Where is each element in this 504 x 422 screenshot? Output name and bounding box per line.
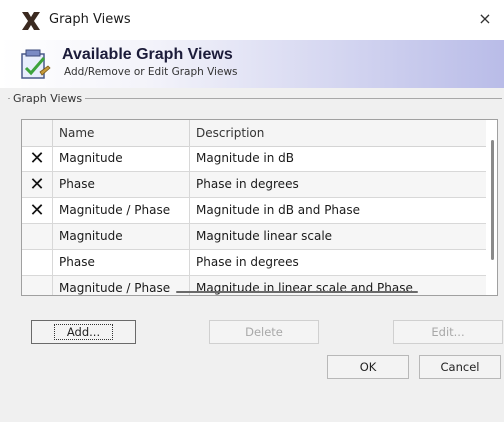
table-row[interactable]: ✕ Magnitude / Phase Magnitude in dB and … bbox=[22, 198, 486, 224]
row-description: Magnitude linear scale bbox=[196, 229, 333, 243]
edit-button[interactable]: Edit... bbox=[393, 320, 503, 344]
column-header-name[interactable]: Name bbox=[53, 120, 190, 146]
row-description: Magnitude in linear scale and Phase bbox=[196, 281, 413, 295]
remove-mark-cell[interactable] bbox=[22, 276, 53, 295]
row-description: Phase in degrees bbox=[196, 177, 299, 191]
graph-checklist-icon bbox=[18, 48, 52, 82]
group-label: Graph Views bbox=[10, 92, 86, 105]
column-header-mark[interactable] bbox=[22, 120, 53, 146]
row-name: Magnitude bbox=[53, 146, 190, 171]
x-logo-icon bbox=[20, 10, 42, 32]
row-name: Magnitude bbox=[53, 224, 190, 249]
remove-mark-cell[interactable] bbox=[22, 224, 53, 249]
row-name: Phase bbox=[53, 172, 190, 197]
header-banner: Available Graph Views Add/Remove or Edit… bbox=[0, 40, 504, 88]
remove-mark-icon[interactable]: ✕ bbox=[22, 146, 53, 171]
row-name: Phase bbox=[53, 250, 190, 275]
window-title: Graph Views bbox=[49, 12, 131, 27]
row-description: Magnitude in dB bbox=[196, 151, 294, 165]
close-button[interactable]: × bbox=[466, 0, 504, 38]
row-description: Magnitude in dB and Phase bbox=[196, 203, 361, 217]
row-name: Magnitude / Phase bbox=[53, 198, 190, 223]
banner-subtitle: Add/Remove or Edit Graph Views bbox=[64, 66, 238, 78]
table-row[interactable]: Phase Phase in degrees bbox=[22, 250, 486, 276]
vertical-scrollbar-thumb[interactable] bbox=[491, 140, 494, 260]
horizontal-scrollbar-thumb[interactable] bbox=[176, 291, 418, 293]
table-row[interactable]: ✕ Phase Phase in degrees bbox=[22, 172, 486, 198]
table-header: Name Description bbox=[22, 120, 486, 147]
vertical-scrollbar[interactable] bbox=[487, 120, 497, 295]
row-description: Phase in degrees bbox=[196, 255, 299, 269]
add-button-label: Add... bbox=[53, 324, 114, 340]
table-row[interactable]: Magnitude Magnitude linear scale bbox=[22, 224, 486, 250]
ok-button[interactable]: OK bbox=[327, 355, 409, 379]
cancel-button[interactable]: Cancel bbox=[419, 355, 501, 379]
delete-button[interactable]: Delete bbox=[209, 320, 319, 344]
graph-views-table[interactable]: Name Description ✕ Magnitude Magnitude i… bbox=[21, 119, 498, 296]
row-name: Magnitude / Phase bbox=[53, 276, 190, 295]
remove-mark-cell[interactable] bbox=[22, 250, 53, 275]
add-button[interactable]: Add... bbox=[31, 320, 136, 344]
table-row[interactable]: ✕ Magnitude Magnitude in dB bbox=[22, 146, 486, 172]
remove-mark-icon[interactable]: ✕ bbox=[22, 172, 53, 197]
remove-mark-icon[interactable]: ✕ bbox=[22, 198, 53, 223]
title-bar: Graph Views × bbox=[0, 0, 504, 40]
graph-views-dialog: Graph Views × Available Graph Views Add/… bbox=[0, 0, 504, 422]
column-header-description[interactable]: Description bbox=[190, 120, 486, 146]
banner-title: Available Graph Views bbox=[62, 46, 233, 63]
table-row[interactable]: Magnitude / Phase Magnitude in linear sc… bbox=[22, 276, 486, 295]
